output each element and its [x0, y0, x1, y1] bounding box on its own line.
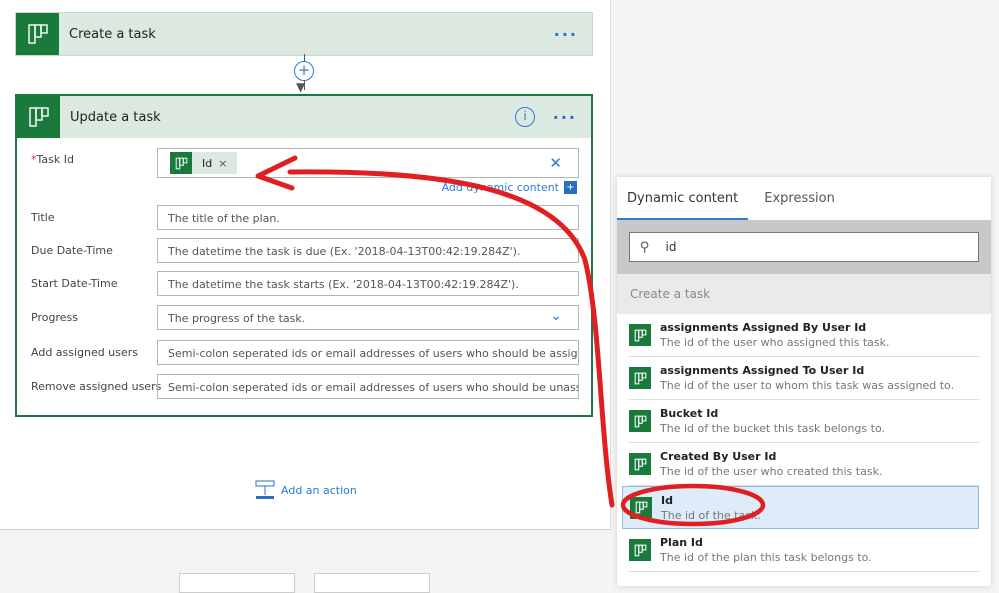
- due-date-label: Due Date-Time: [31, 244, 113, 257]
- progress-label: Progress: [31, 311, 78, 324]
- group-header: Create a task: [617, 274, 991, 314]
- search-icon: ⚲: [640, 239, 650, 255]
- planner-icon: [630, 496, 652, 519]
- search-input[interactable]: ⚲ id: [629, 232, 979, 262]
- more-options-icon[interactable]: ···: [554, 25, 578, 44]
- item-title: Id: [661, 493, 673, 507]
- due-date-input[interactable]: The datetime the task is due (Ex. '2018-…: [157, 238, 579, 263]
- task-id-label: Task Id: [36, 153, 74, 166]
- planner-icon: [16, 13, 59, 55]
- add-dynamic-content-link[interactable]: Add dynamic content +: [442, 181, 577, 194]
- planner-icon: [175, 157, 187, 169]
- item-title: assignments Assigned By User Id: [660, 321, 867, 334]
- tab-expression[interactable]: Expression: [754, 177, 845, 220]
- add-action-button[interactable]: Add an action: [255, 480, 357, 500]
- item-description: The id of the bucket this task belongs t…: [660, 422, 885, 435]
- card-title: Update a task: [70, 109, 161, 125]
- start-date-label: Start Date-Time: [31, 277, 118, 290]
- planner-icon: [17, 96, 60, 138]
- item-description: The id of the user to whom this task was…: [660, 379, 955, 392]
- progress-select[interactable]: The progress of the task. ⌄: [157, 305, 579, 330]
- update-task-card: Update a task i ··· *Task Id Id × ✕ Add …: [15, 94, 593, 417]
- item-description: The id of the task.: [661, 508, 761, 522]
- progress-placeholder: The progress of the task.: [168, 312, 306, 325]
- start-date-input[interactable]: The datetime the task starts (Ex. '2018-…: [157, 271, 579, 296]
- task-id-input[interactable]: Id × ✕: [157, 148, 579, 178]
- card-title: Create a task: [69, 26, 156, 42]
- item-description: The id of the user who created this task…: [660, 465, 883, 478]
- planner-icon: [629, 324, 651, 346]
- add-action-label: Add an action: [281, 483, 357, 497]
- item-description: The id of the plan this task belongs to.: [660, 551, 872, 564]
- remove-users-label: Remove assigned users: [31, 380, 162, 393]
- add-dynamic-label: Add dynamic content: [441, 181, 559, 194]
- chevron-down-icon: ⌄: [550, 308, 562, 324]
- info-icon[interactable]: i: [515, 107, 535, 127]
- dynamic-content-panel: Dynamic content Expression ⚲ id Create a…: [617, 177, 991, 586]
- bottom-button[interactable]: [314, 573, 430, 593]
- dynamic-item-plan-id[interactable]: Plan Id The id of the plan this task belo…: [629, 529, 979, 572]
- remove-users-input[interactable]: Semi-colon seperated ids or email addres…: [157, 374, 579, 399]
- plus-icon: +: [564, 181, 577, 194]
- flow-canvas: Create a task ··· + ▼ Update a task i ··…: [0, 0, 611, 530]
- create-task-card[interactable]: Create a task ···: [15, 12, 593, 56]
- title-label: Title: [31, 211, 55, 224]
- id-token[interactable]: Id ×: [170, 152, 238, 174]
- dynamic-item-assignments-assigned-to-user-id[interactable]: assignments Assigned To User Id The id of…: [629, 357, 979, 400]
- dynamic-item-created-by-user-id[interactable]: Created By User Id The id of the user who…: [629, 443, 979, 486]
- search-value: id: [665, 240, 677, 254]
- add-users-input[interactable]: Semi-colon seperated ids or email addres…: [157, 340, 579, 365]
- item-title: Created By User Id: [660, 450, 777, 463]
- token-label: Id: [202, 156, 213, 170]
- insert-step-button[interactable]: +: [294, 61, 314, 81]
- dynamic-item-id[interactable]: Id The id of the task.: [622, 486, 979, 529]
- planner-icon: [629, 453, 651, 475]
- dynamic-item-bucket-id[interactable]: Bucket Id The id of the bucket this task …: [629, 400, 979, 443]
- dynamic-item-assignments-assigned-by-user-id[interactable]: assignments Assigned By User Id The id of…: [629, 314, 979, 357]
- item-title: Bucket Id: [660, 407, 719, 420]
- arrow-down-icon: ▼: [296, 80, 306, 94]
- add-action-icon: [255, 480, 275, 499]
- planner-icon: [629, 539, 651, 561]
- add-users-label: Add assigned users: [31, 346, 138, 359]
- title-input[interactable]: The title of the plan.: [157, 205, 579, 230]
- item-title: assignments Assigned To User Id: [660, 364, 865, 377]
- item-title: Plan Id: [660, 536, 703, 549]
- planner-icon: [629, 410, 651, 432]
- token-remove-icon[interactable]: ×: [218, 157, 227, 170]
- item-description: The id of the user who assigned this tas…: [660, 336, 890, 349]
- bottom-button[interactable]: [179, 573, 295, 593]
- tab-dynamic-content[interactable]: Dynamic content: [617, 177, 749, 220]
- more-options-icon[interactable]: ···: [553, 108, 577, 127]
- planner-icon: [629, 367, 651, 389]
- clear-icon[interactable]: ✕: [549, 154, 562, 172]
